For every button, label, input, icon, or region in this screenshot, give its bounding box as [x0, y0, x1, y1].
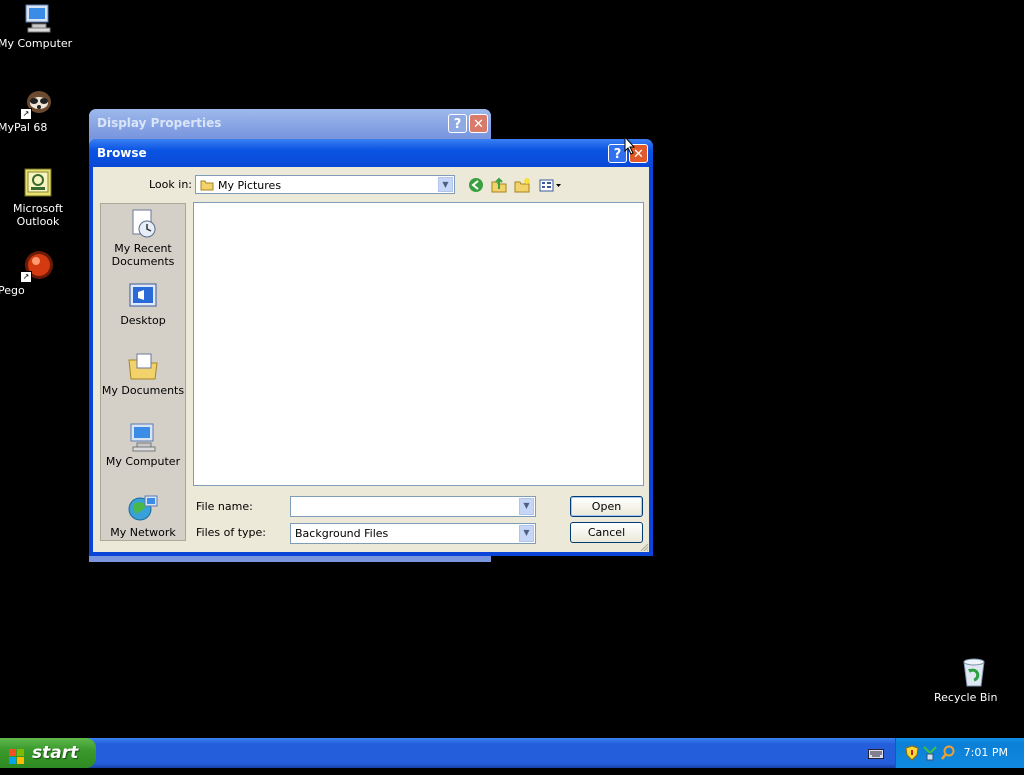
keyboard-icon[interactable] [868, 748, 884, 760]
place-label: My Documents [101, 384, 185, 397]
place-my-documents[interactable]: My Documents [101, 350, 185, 397]
folder-icon [200, 178, 214, 194]
desktop-icon-mypal[interactable]: ↗ MyPal 68 [0, 86, 78, 134]
place-my-computer[interactable]: My Computer [101, 421, 185, 468]
file-name-label: File name: [196, 500, 253, 513]
close-button[interactable]: ✕ [469, 114, 488, 133]
my-documents-icon [127, 350, 159, 382]
dialog-body: Look in: My Pictures ▼ My Recent Documen… [93, 167, 649, 552]
desktop-icon-label: Microsoft Outlook [12, 202, 64, 228]
place-desktop[interactable]: Desktop [101, 280, 185, 327]
my-computer-icon [127, 421, 159, 453]
desktop-icon-label: Recycle Bin [934, 691, 998, 704]
mypal-icon: ↗ [20, 86, 54, 120]
place-label: Desktop [120, 314, 166, 327]
desktop-icon-label: My Computer [0, 37, 73, 50]
search-icon[interactable] [940, 745, 956, 761]
files-of-type-label: Files of type: [196, 526, 267, 539]
desktop-icon-outlook[interactable]: Microsoft Outlook [0, 167, 78, 228]
back-icon[interactable] [467, 177, 485, 195]
desktop-icon-recycle-bin[interactable]: Recycle Bin [934, 656, 1014, 704]
desktop-icon-pego[interactable]: ↗ Pego [0, 249, 78, 297]
recent-documents-icon [127, 208, 159, 240]
places-bar: My Recent Documents Desktop My Documents… [100, 203, 186, 541]
chevron-down-icon[interactable]: ▼ [438, 177, 453, 192]
file-list[interactable] [193, 202, 644, 486]
shortcut-arrow-icon: ↗ [20, 271, 32, 283]
desktop-icon-my-computer[interactable]: My Computer [0, 2, 78, 50]
desktop-icon-label: Pego [0, 284, 25, 297]
window-title: Browse [97, 146, 147, 160]
browse-dialog: Browse ? ✕ Look in: My Pictures ▼ My Rec… [89, 139, 653, 556]
chevron-down-icon[interactable]: ▼ [519, 525, 534, 542]
place-label: My Recent Documents [111, 242, 175, 268]
security-shield-icon[interactable] [904, 745, 920, 761]
place-my-network[interactable]: My Network [101, 492, 185, 539]
chevron-down-icon[interactable]: ▼ [519, 498, 534, 515]
new-folder-icon[interactable] [513, 177, 531, 195]
recycle-bin-icon [958, 656, 990, 688]
clock[interactable]: 7:01 PM [964, 746, 1008, 759]
help-button[interactable]: ? [448, 114, 467, 133]
look-in-label: Look in: [149, 178, 192, 191]
look-in-value: My Pictures [218, 179, 282, 192]
taskbar: start 7:01 PM [0, 738, 1024, 768]
pego-icon: ↗ [20, 249, 54, 283]
start-label: start [32, 743, 79, 763]
display-properties-titlebar[interactable]: Display Properties ? ✕ [89, 109, 491, 137]
start-button[interactable]: start [0, 738, 96, 768]
my-network-icon [127, 492, 159, 524]
outlook-icon [22, 167, 54, 199]
window-title: Display Properties [97, 116, 222, 130]
desktop-icon [127, 280, 159, 312]
system-tray: 7:01 PM [895, 738, 1024, 768]
up-folder-icon[interactable] [490, 177, 508, 195]
open-button[interactable]: Open [570, 496, 643, 517]
files-of-type-select[interactable]: Background Files ▼ [290, 523, 536, 544]
file-name-input[interactable]: ▼ [290, 496, 536, 517]
place-label: My Computer [105, 455, 181, 468]
browse-titlebar[interactable]: Browse ? ✕ [89, 139, 653, 167]
my-computer-icon [22, 2, 54, 34]
place-my-recent-documents[interactable]: My Recent Documents [101, 208, 185, 268]
place-label: My Network [110, 526, 176, 539]
look-in-select[interactable]: My Pictures ▼ [195, 175, 455, 194]
cancel-button[interactable]: Cancel [570, 522, 643, 543]
network-icon[interactable] [922, 745, 938, 761]
resize-grip-icon[interactable] [639, 542, 649, 552]
mouse-cursor-icon [624, 135, 636, 158]
views-menu-icon[interactable] [539, 177, 563, 195]
files-of-type-value: Background Files [295, 527, 389, 540]
shortcut-arrow-icon: ↗ [20, 108, 32, 120]
windows-logo-icon [9, 745, 25, 764]
desktop-icon-label: MyPal 68 [0, 121, 48, 134]
